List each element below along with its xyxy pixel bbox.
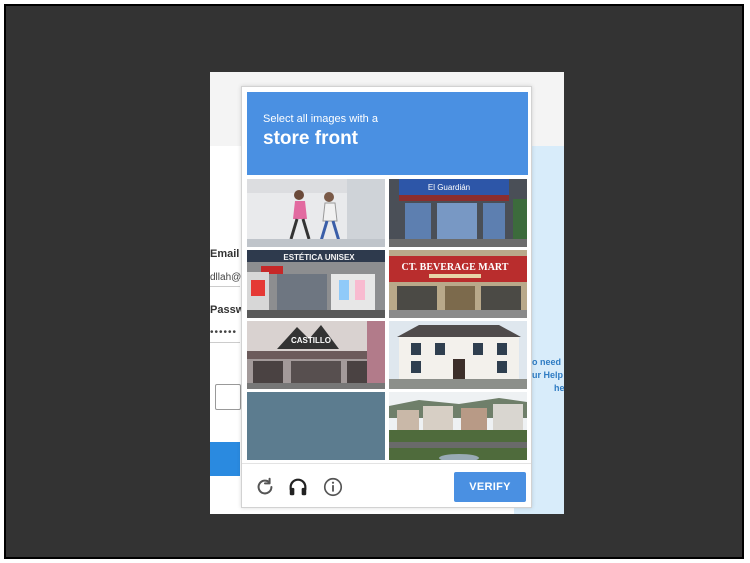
runners-tile-icon xyxy=(247,179,385,247)
captcha-tile-5[interactable]: CASTILLO xyxy=(247,321,385,389)
headphones-icon[interactable] xyxy=(287,476,309,498)
help-text[interactable]: o need ur Help he xyxy=(532,356,564,395)
captcha-dialog: Select all images with a store front El … xyxy=(241,86,532,508)
sign-in-button[interactable] xyxy=(210,442,240,476)
tile-2-sign-text: El Guardián xyxy=(428,183,470,192)
captcha-tile-3[interactable]: ESTÉTICA UNISEX xyxy=(247,250,385,318)
remember-checkbox[interactable] xyxy=(215,384,241,410)
email-value[interactable]: dllah@ xyxy=(210,272,241,283)
help-line-2: ur Help xyxy=(532,370,564,380)
screen-frame: Email a dllah@ Passw •••••• o need ur He… xyxy=(4,4,744,559)
captcha-target: store front xyxy=(263,128,358,149)
help-line-3: he xyxy=(554,383,564,393)
captcha-instruction: Select all images with a xyxy=(263,113,378,125)
captcha-tile-4[interactable]: CT. BEVERAGE MART xyxy=(389,250,527,318)
storefront-tile-icon: CT. BEVERAGE MART xyxy=(389,250,527,318)
captcha-footer: VERIFY xyxy=(242,463,531,507)
storefront-tile-icon: ESTÉTICA UNISEX xyxy=(247,250,385,318)
storefront-tile-icon: CASTILLO xyxy=(247,321,385,389)
captcha-tile-2[interactable]: El Guardián xyxy=(389,179,527,247)
captcha-tile-8[interactable] xyxy=(389,392,527,460)
captcha-tile-6[interactable] xyxy=(389,321,527,389)
captcha-tile-1[interactable] xyxy=(247,179,385,247)
captcha-tile-7[interactable] xyxy=(247,392,385,460)
password-label: Passw xyxy=(210,304,245,316)
captcha-image-grid: El Guardián ESTÉTICA UNISEX CT. BEVERAGE… xyxy=(247,179,528,460)
town-tile-icon xyxy=(389,392,527,460)
captcha-header: Select all images with a store front xyxy=(247,92,528,175)
password-value[interactable]: •••••• xyxy=(210,327,237,338)
password-underline xyxy=(210,342,240,343)
tile-5-sign-text: CASTILLO xyxy=(291,336,331,345)
storefront-tile-icon: El Guardián xyxy=(389,179,527,247)
verify-button[interactable]: VERIFY xyxy=(454,472,526,502)
blank-tile-icon xyxy=(247,392,385,460)
reload-icon[interactable] xyxy=(254,476,276,498)
help-line-1: o need xyxy=(532,357,562,367)
tile-4-sign-text: CT. BEVERAGE MART xyxy=(402,262,509,273)
house-tile-icon xyxy=(389,321,527,389)
tile-3-sign-text: ESTÉTICA UNISEX xyxy=(283,253,355,262)
info-icon[interactable] xyxy=(322,476,344,498)
email-underline xyxy=(210,286,240,287)
